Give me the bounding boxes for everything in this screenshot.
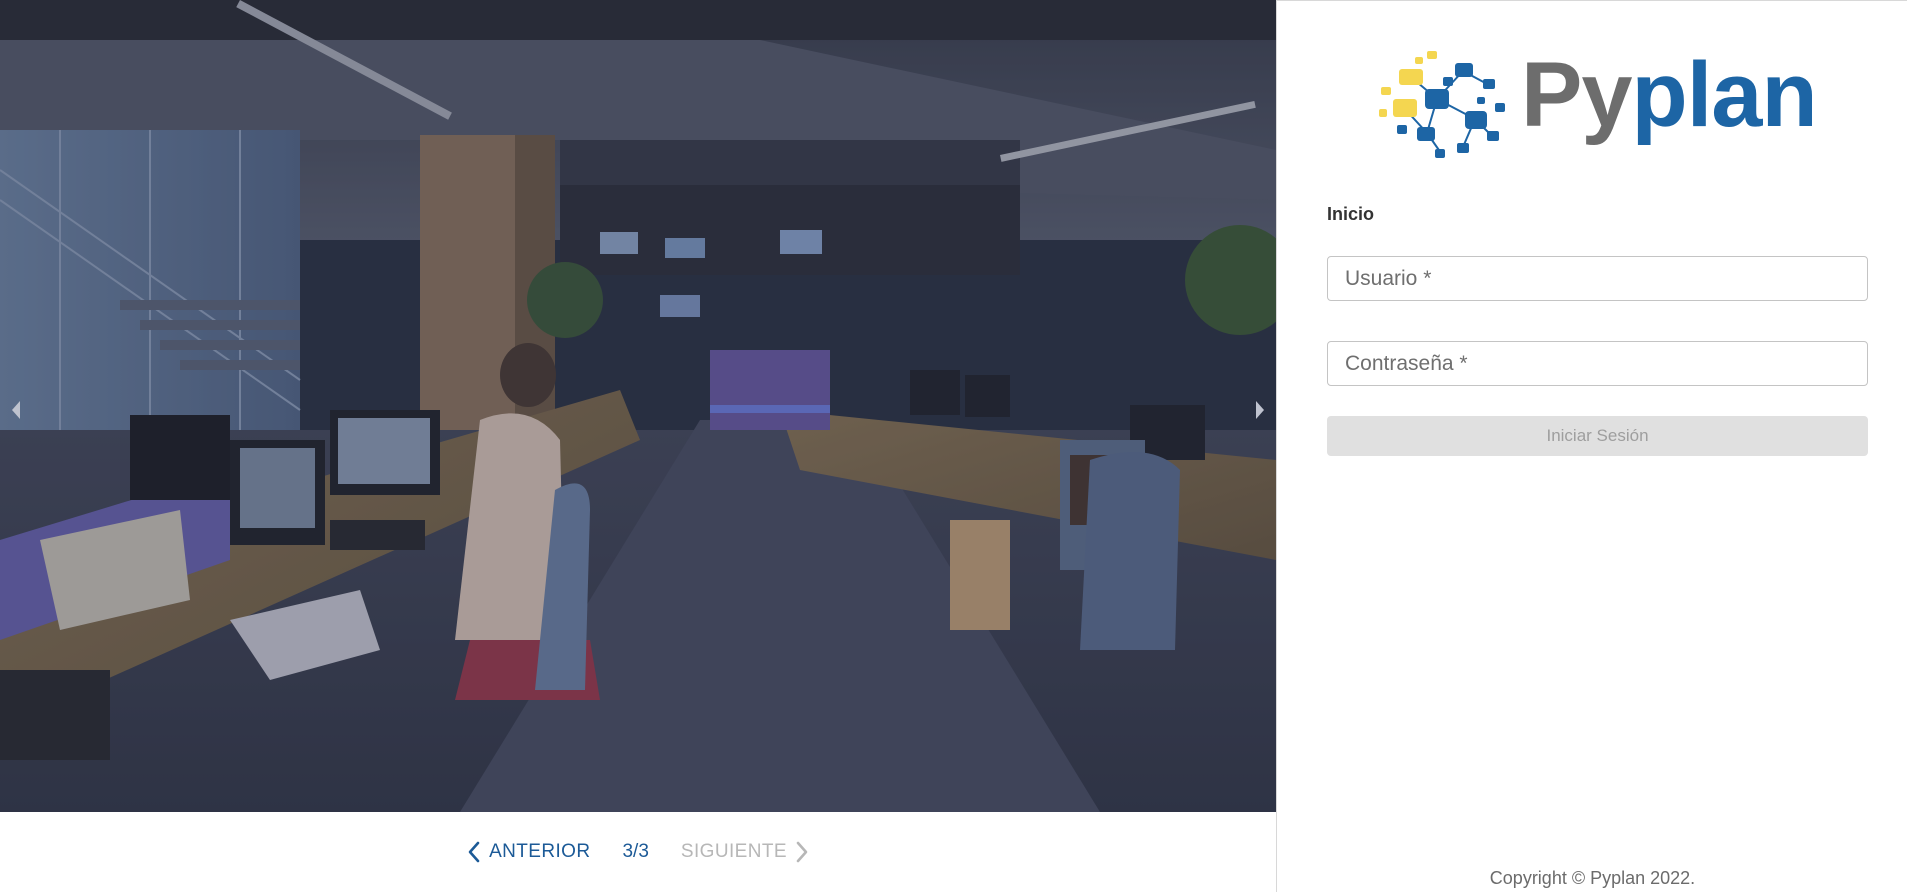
next-button[interactable]: SIGUIENTE bbox=[671, 833, 819, 871]
carousel-stepper: ANTERIOR 3/3 SIGUIENTE bbox=[0, 812, 1276, 892]
slide-counter: 3/3 bbox=[622, 841, 649, 862]
username-field[interactable] bbox=[1327, 256, 1868, 301]
chevron-left-icon bbox=[468, 841, 480, 863]
brand-name-part2: plan bbox=[1631, 44, 1818, 146]
chevron-right-icon bbox=[796, 841, 808, 863]
copyright-text: Copyright © Pyplan 2022. bbox=[1489, 868, 1696, 888]
slide-prev-arrow-icon[interactable] bbox=[8, 398, 24, 422]
pyplan-wordmark: Pyplan bbox=[1521, 49, 1818, 141]
login-panel: Pyplan Inicio Iniciar Sesión Copyright ©… bbox=[1276, 0, 1907, 892]
previous-button[interactable]: ANTERIOR bbox=[457, 833, 600, 871]
login-button[interactable]: Iniciar Sesión bbox=[1327, 416, 1868, 456]
login-title: Inicio bbox=[1327, 204, 1375, 224]
pyplan-logo: Pyplan bbox=[1377, 41, 1847, 161]
previous-button-label: ANTERIOR bbox=[489, 841, 591, 862]
carousel: ANTERIOR 3/3 SIGUIENTE bbox=[0, 0, 1276, 892]
password-field[interactable] bbox=[1327, 341, 1868, 386]
office-photo bbox=[0, 0, 1276, 812]
carousel-slide-image bbox=[0, 0, 1276, 812]
network-nodes-icon bbox=[1379, 51, 1505, 158]
next-button-label: SIGUIENTE bbox=[680, 841, 787, 862]
slide-next-arrow-icon[interactable] bbox=[1252, 398, 1268, 422]
brand-name-part1: Py bbox=[1521, 44, 1633, 146]
